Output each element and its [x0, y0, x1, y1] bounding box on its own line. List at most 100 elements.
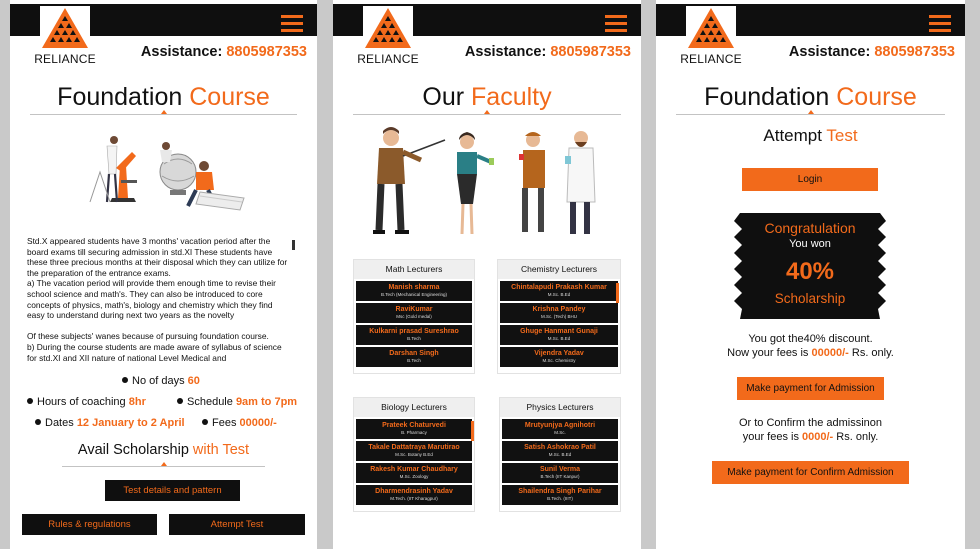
fees-text: Now your fees is 00000/- Rs. only. — [656, 347, 965, 359]
lecturer-name: Chintalapudi Prakash Kumar — [511, 284, 607, 291]
info-days-label: No of days — [132, 375, 185, 387]
test-details-button[interactable]: Test details and pattern — [105, 480, 240, 501]
assistance-line: Assistance: 8805987353 — [465, 44, 631, 60]
logo-triangle-icon — [363, 6, 413, 50]
attempt-heading-main: Attempt — [763, 126, 822, 145]
info-fees-label: Fees — [212, 417, 237, 429]
assistance-phone[interactable]: 8805987353 — [874, 44, 955, 60]
biology-lecturers-card: Biology Lecturers Prateek Chaturvedi B. P… — [353, 397, 475, 512]
reliance-logo[interactable]: RELIANCE — [34, 6, 96, 66]
lecturer-degree: M.Sc. B.Ed — [547, 336, 571, 341]
info-schedule-value: 9am to 7pm — [235, 396, 298, 408]
logo-text: RELIANCE — [680, 52, 742, 66]
banner-percentage: 40% — [785, 258, 835, 285]
login-button[interactable]: Login — [742, 168, 878, 191]
assistance-label: Assistance: — [140, 44, 223, 60]
lecturer-degree: M.Sc. B.Ed — [547, 292, 571, 297]
info-days-value: 60 — [187, 375, 200, 387]
attempt-heading-accent: Test — [826, 126, 858, 145]
attempt-test-button[interactable]: Attempt Test — [169, 514, 305, 535]
lecturer-name: Ghuge Hanmant Gunaji — [520, 328, 598, 335]
payment-admission-button[interactable]: Make payment for Admission — [737, 377, 884, 400]
info-dates-value: 12 January to 2 April — [76, 417, 185, 429]
card-title: Chemistry Lecturers — [498, 260, 620, 279]
lecturer-item[interactable]: Manish sharma B.Tech (Mechanical Engineer… — [356, 281, 472, 301]
page-title: Foundation Course — [10, 83, 317, 112]
lecturer-item[interactable]: Sunil Verma B.Tech (IIT Kanpur) — [502, 463, 618, 483]
info-schedule-label: Schedule — [187, 396, 233, 408]
lecturer-item[interactable]: RaviKumar Msc (Gold medal) — [356, 303, 472, 323]
scholarship-divider — [62, 462, 265, 467]
lecturer-name: Darshan Singh — [389, 350, 439, 357]
confirm-fees-post: Rs. only. — [836, 431, 879, 443]
lecturer-degree: B. Pharmacy — [401, 430, 427, 435]
lecturer-item[interactable]: Prateek Chaturvedi B. Pharmacy — [356, 419, 472, 439]
biology-list-scrollbar[interactable] — [471, 421, 474, 441]
lecturer-item[interactable]: Mrutyunjya Agnihotri M.Sc. — [502, 419, 618, 439]
reliance-logo[interactable]: RELIANCE — [357, 6, 419, 66]
logo-triangle-icon — [686, 6, 736, 50]
lecturer-name: Manish sharma — [388, 284, 440, 291]
lecturer-name: Kulkarni prasad Sureshrao — [369, 328, 459, 335]
lecturer-item[interactable]: Chintalapudi Prakash Kumar M.Sc. B.Ed — [500, 281, 618, 301]
rules-regulations-button[interactable]: Rules & regulations — [22, 514, 157, 535]
lecturer-item[interactable]: Kulkarni prasad Sureshrao B.Tech — [356, 325, 472, 345]
assistance-label: Assistance: — [788, 44, 871, 60]
hamburger-menu-icon[interactable] — [605, 15, 627, 32]
fees-text-post: Rs. only. — [851, 347, 894, 359]
lecturer-name: Shailendra Singh Parihar — [518, 488, 602, 495]
banner-subtitle: You won — [789, 238, 831, 250]
lecturer-degree: B.Tech — [407, 358, 421, 363]
lecturer-degree: B.Tech. (IIIT) — [547, 496, 573, 501]
card-title: Physics Lecturers — [500, 398, 620, 417]
lecturer-degree: M.Tech. (IIT Kharagpur) — [390, 496, 438, 501]
hamburger-menu-icon[interactable] — [929, 15, 951, 32]
reliance-logo[interactable]: RELIANCE — [680, 6, 742, 66]
lecturer-item[interactable]: Darshan Singh B.Tech — [356, 347, 472, 367]
page-title-main: Foundation — [57, 83, 183, 111]
bullet-icon — [27, 398, 33, 404]
chemistry-list-scrollbar[interactable] — [616, 283, 619, 303]
lecturer-item[interactable]: Shailendra Singh Parihar B.Tech. (IIIT) — [502, 485, 618, 505]
lecturer-name: Krishna Pandey — [532, 306, 586, 313]
bullet-icon — [35, 419, 41, 425]
confirm-fees-pre: your fees is — [742, 431, 799, 443]
assistance-phone[interactable]: 8805987353 — [550, 44, 631, 60]
assistance-phone[interactable]: 8805987353 — [226, 44, 307, 60]
title-divider — [30, 110, 297, 115]
lecturer-item[interactable]: Krishna Pandey M.Sc. (Tech) BHU — [500, 303, 618, 323]
info-dates: Dates 12 January to 2 April — [35, 417, 185, 429]
assistance-label: Assistance: — [464, 44, 547, 60]
lecturer-degree: M.Sc. Chemistry — [542, 358, 576, 363]
info-fees-value: 00000/- — [239, 417, 277, 429]
bullet-icon — [122, 377, 128, 383]
lecturer-item[interactable]: Rakesh Kumar Chaudhary M.Sc. Zoology — [356, 463, 472, 483]
page-title-main: Our — [422, 83, 465, 111]
bullet-icon — [202, 419, 208, 425]
lecturer-name: Mrutyunjya Agnihotri — [524, 422, 596, 429]
assistance-line: Assistance: 8805987353 — [789, 44, 955, 60]
card-title: Math Lecturers — [354, 260, 474, 279]
our-faculty-screen: RELIANCE Assistance: 8805987353 Our Facu… — [333, 0, 641, 549]
banner-scholarship: Scholarship — [774, 291, 846, 306]
info-dates-label: Dates — [45, 417, 74, 429]
title-divider — [676, 110, 945, 115]
math-lecturers-card: Math Lecturers Manish sharma B.Tech (Mech… — [353, 259, 475, 374]
lecturer-item[interactable]: Ghuge Hanmant Gunaji M.Sc. B.Ed — [500, 325, 618, 345]
scholarship-heading: Avail Scholarship with Test — [10, 442, 317, 458]
payment-confirm-admission-button[interactable]: Make payment for Confirm Admission — [712, 461, 909, 484]
lecturer-item[interactable]: Takale Dattatraya Marutirao M.Sc. Botany … — [356, 441, 472, 461]
fees-text-pre: Now your fees is — [727, 347, 809, 359]
lecturer-degree: M.Sc. Botany B.Ed — [395, 452, 433, 457]
lecturer-item[interactable]: Satish Ashokrao Patil M.Sc. B.Ed — [502, 441, 618, 461]
lecturer-name: Satish Ashokrao Patil — [524, 444, 596, 451]
logo-text: RELIANCE — [34, 52, 96, 66]
confirm-fees-value: 0000/- — [802, 431, 834, 443]
hamburger-menu-icon[interactable] — [281, 15, 303, 32]
lecturer-item[interactable]: Vijendra Yadav M.Sc. Chemistry — [500, 347, 618, 367]
lecturer-item[interactable]: Dharmendrasinh Yadav M.Tech. (IIT Kharagp… — [356, 485, 472, 505]
lecturer-name: RaviKumar — [395, 306, 433, 313]
info-hours-value: 8hr — [128, 396, 146, 408]
info-schedule: Schedule 9am to 7pm — [177, 396, 297, 408]
description-scrollbar[interactable] — [292, 240, 295, 250]
